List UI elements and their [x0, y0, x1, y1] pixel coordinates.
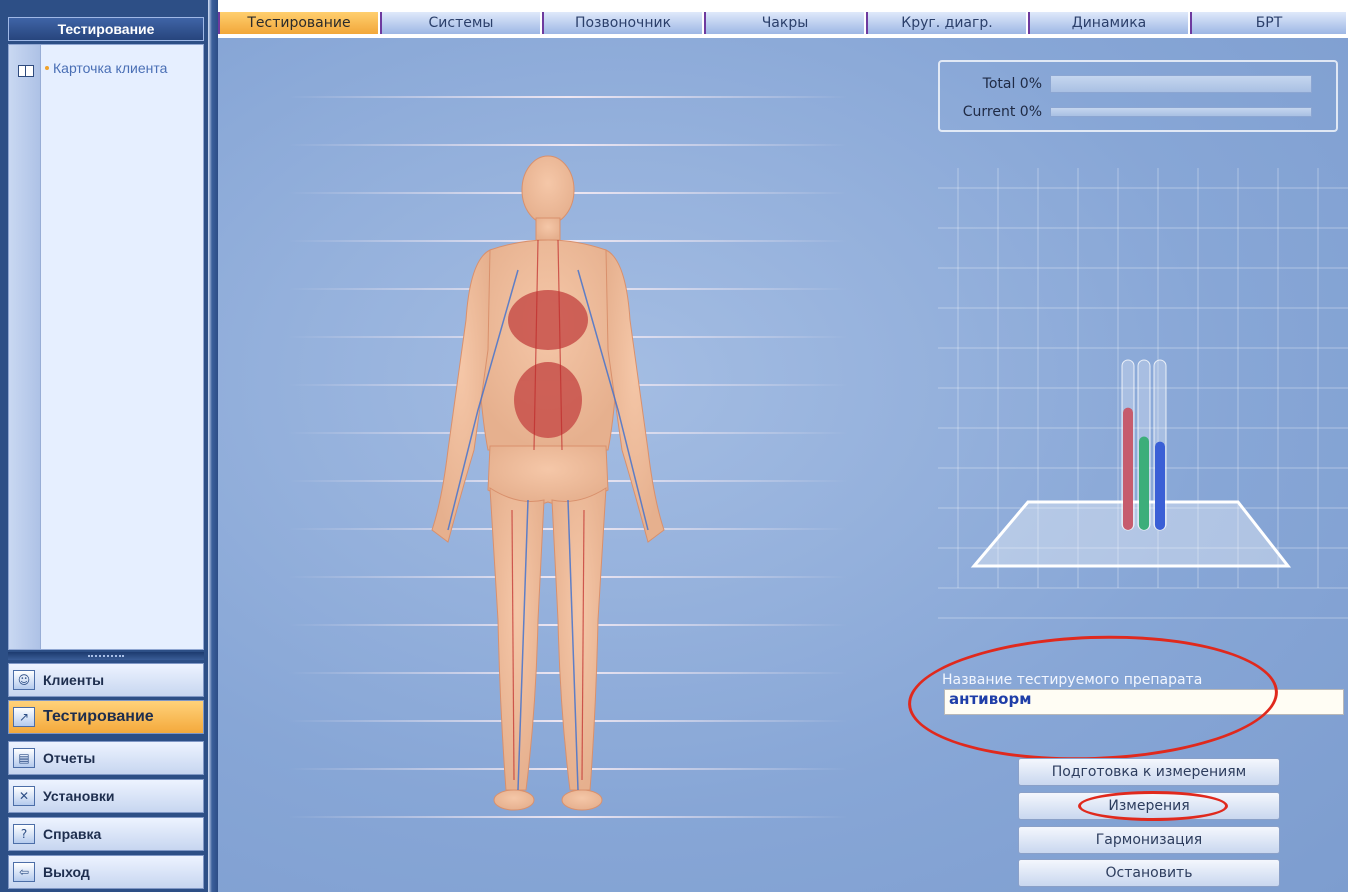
stop-button[interactable]: Остановить — [1018, 859, 1280, 887]
sidebar-splitter[interactable] — [8, 652, 204, 660]
current-progress-bar — [1050, 107, 1312, 117]
tab-testing[interactable]: Тестирование — [218, 12, 378, 34]
nav-label: Выход — [43, 864, 90, 880]
clients-icon: ☺ — [13, 670, 35, 690]
sidebar-tree-panel: Карточка клиента — [8, 44, 204, 650]
nav-reports-button[interactable]: ▤ Отчеты — [8, 741, 204, 775]
tab-systems[interactable]: Системы — [380, 12, 540, 34]
total-progress-label: Total 0% — [982, 76, 1042, 92]
test-tube-liquid — [1139, 436, 1149, 530]
nav-settings-button[interactable]: ✕ Установки — [8, 779, 204, 813]
tab-spine[interactable]: Позвоночник — [542, 12, 702, 34]
tab-pie-chart[interactable]: Круг. диагр. — [866, 12, 1026, 34]
panel-divider — [208, 0, 218, 892]
tab-chakras[interactable]: Чакры — [704, 12, 864, 34]
top-tab-bar: Тестирование Системы Позвоночник Чакры К… — [218, 12, 1348, 36]
scan-line — [288, 144, 848, 146]
nav-label: Тестирование — [43, 708, 154, 725]
nav-clients-button[interactable]: ☺ Клиенты — [8, 663, 204, 697]
nav-label: Справка — [43, 826, 102, 842]
nav-label: Отчеты — [43, 750, 96, 766]
nav-testing-button[interactable]: ↗ Тестирование — [8, 700, 204, 734]
help-icon: ? — [13, 824, 35, 844]
nav-exit-button[interactable]: ⇦ Выход — [8, 855, 204, 889]
annotation-circle — [905, 629, 1281, 767]
exit-icon: ⇦ — [13, 862, 35, 882]
tree-icon-strip — [9, 45, 41, 649]
tree-item-client-card[interactable]: Карточка клиента — [53, 60, 183, 77]
prepare-measurements-button[interactable]: Подготовка к измерениям — [1018, 758, 1280, 786]
total-progress-row: Total 0% — [946, 74, 1312, 94]
nav-help-button[interactable]: ? Справка — [8, 817, 204, 851]
testing-workspace: Total 0% Current 0% Название тестируемог… — [218, 38, 1348, 892]
sidebar-header: Тестирование — [8, 17, 204, 41]
test-tube-liquid — [1123, 407, 1133, 530]
progress-panel: Total 0% Current 0% — [938, 60, 1338, 132]
testing-chart-icon: ↗ — [13, 707, 35, 727]
human-anatomy-figure — [431, 155, 665, 811]
total-progress-bar — [1050, 75, 1312, 93]
tools-icon: ✕ — [13, 786, 35, 806]
harmonize-button[interactable]: Гармонизация — [1018, 826, 1280, 854]
tab-dynamics[interactable]: Динамика — [1028, 12, 1188, 34]
scan-line — [288, 96, 848, 98]
annotation-circle — [1078, 791, 1228, 821]
book-icon — [18, 65, 34, 77]
bullet-icon — [45, 66, 49, 70]
test-tube-liquid — [1155, 441, 1165, 530]
nav-label: Установки — [43, 788, 115, 804]
current-progress-label: Current 0% — [962, 104, 1042, 120]
test-tube-grid — [938, 168, 1348, 619]
printer-icon: ▤ — [13, 748, 35, 768]
tab-brt[interactable]: БРТ — [1190, 12, 1346, 34]
sidebar: Тестирование Карточка клиента ☺ Клиенты … — [0, 0, 208, 892]
current-progress-row: Current 0% — [946, 102, 1312, 122]
nav-label: Клиенты — [43, 672, 105, 688]
